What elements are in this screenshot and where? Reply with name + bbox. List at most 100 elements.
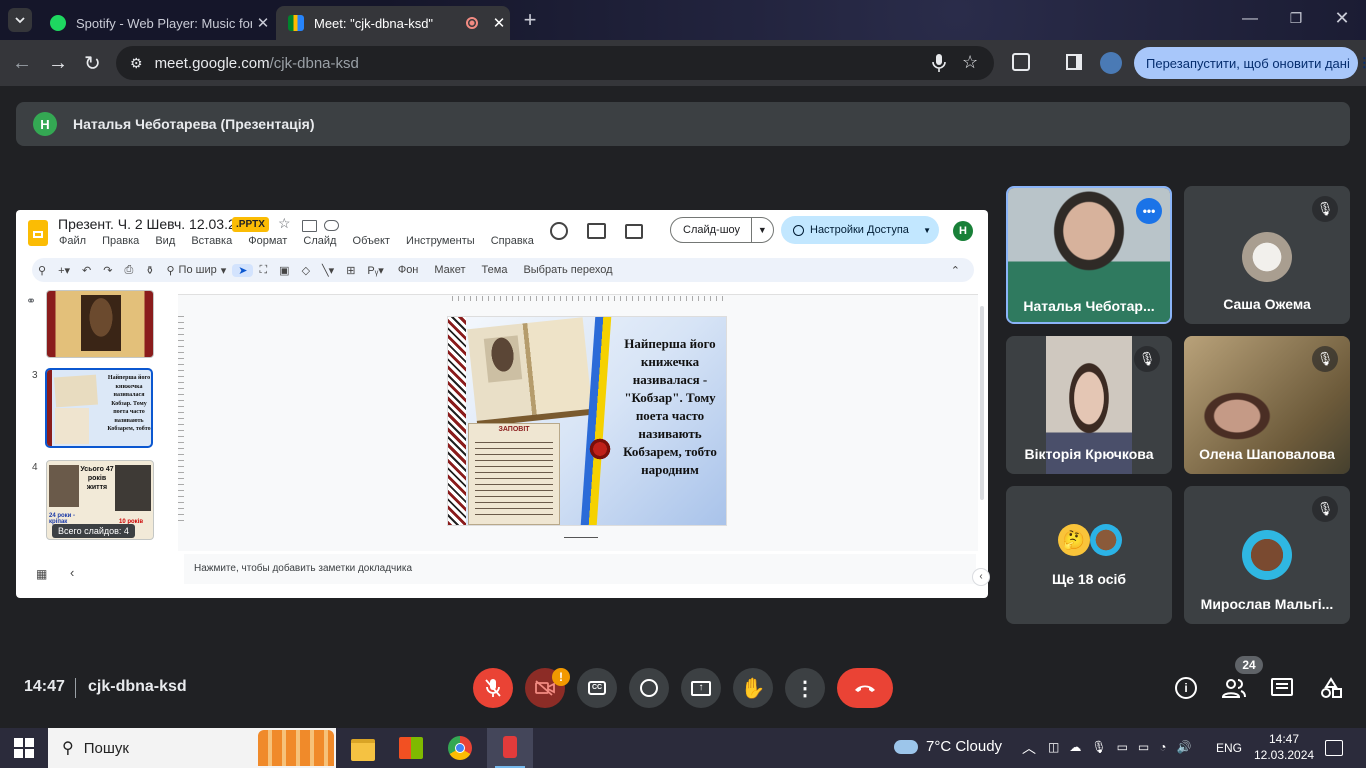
weather-widget[interactable]: 7°C Cloudy (894, 738, 1002, 755)
collapse-filmstrip-icon[interactable]: ‹ (70, 565, 74, 580)
meet-camera-icon[interactable] (625, 224, 643, 239)
notes-expand-icon[interactable]: ‹ (972, 568, 990, 586)
restore-button[interactable]: ❐ (1286, 10, 1306, 30)
chrome-icon[interactable] (448, 736, 472, 760)
present-button[interactable]: ↑ (681, 668, 721, 708)
collapse-toolbar-icon[interactable]: ⌃ (945, 264, 966, 277)
forward-button[interactable]: → (48, 52, 70, 74)
meeting-details-button[interactable]: i (1175, 677, 1197, 699)
participant-tile[interactable]: 🎙 Саша Ожема (1184, 186, 1350, 324)
add-icon[interactable]: +▾ (52, 264, 76, 277)
new-tab-button[interactable]: + (520, 9, 540, 31)
file-explorer-icon[interactable] (351, 739, 375, 761)
theme-button[interactable]: Тема (474, 264, 516, 276)
undo-icon[interactable]: ↶ (76, 264, 97, 277)
shape-icon[interactable]: ◇ (296, 264, 316, 277)
activities-button[interactable] (1320, 677, 1342, 699)
tray-chevron-icon[interactable]: ︿ (1022, 738, 1036, 758)
print-icon[interactable]: ⎙ (118, 264, 139, 277)
menu-object[interactable]: Объект (353, 235, 390, 247)
close-tab-icon[interactable]: ✕ (252, 14, 274, 32)
taskbar-app-active[interactable] (487, 728, 533, 768)
image-icon[interactable]: ▣ (273, 264, 295, 277)
slide-thumb-2[interactable] (46, 290, 154, 358)
doc-title[interactable]: Презент. Ч. 2 Шевч. 12.03.24 (58, 216, 244, 232)
participant-tile[interactable]: 🎙 Олена Шаповалова (1184, 336, 1350, 474)
close-tab-icon[interactable]: ✕ (488, 14, 510, 32)
grid-view-icon[interactable]: ▦ (36, 567, 47, 581)
notifications-icon[interactable] (1325, 740, 1343, 756)
mic-toggle-button[interactable] (473, 668, 513, 708)
volume-icon[interactable]: 🔊 (1177, 740, 1192, 754)
comments-icon[interactable] (587, 223, 606, 239)
text-style-icon[interactable]: Pᵧ▾ (361, 264, 389, 277)
paint-format-icon[interactable]: ⚱ (139, 264, 160, 277)
bookmark-star-icon[interactable]: ☆ (962, 52, 978, 73)
close-window-button[interactable]: ✕ (1332, 8, 1352, 28)
extensions-icon[interactable] (1012, 53, 1030, 71)
search-icon[interactable]: ⚲ (32, 264, 52, 277)
comment-add-icon[interactable]: ⊞ (340, 264, 361, 277)
language-indicator[interactable]: ENG (1216, 741, 1242, 755)
cloud-status-icon[interactable] (324, 220, 339, 231)
chat-button[interactable] (1271, 678, 1293, 696)
more-vert-icon[interactable]: ⋮ (1358, 55, 1366, 71)
slide-thumb-3[interactable]: Найперша його книжечка називалася Кобзар… (45, 368, 153, 448)
background-button[interactable]: Фон (390, 264, 427, 276)
menu-tools[interactable]: Инструменты (406, 235, 475, 247)
more-options-icon[interactable]: ••• (1136, 198, 1162, 224)
start-button[interactable] (14, 738, 34, 758)
onedrive-icon[interactable]: ☁ (1069, 740, 1081, 754)
star-icon[interactable]: ☆ (278, 215, 291, 232)
menu-insert[interactable]: Вставка (191, 235, 232, 247)
microphone-icon[interactable]: 🎙 (1091, 740, 1106, 754)
tab-search-button[interactable] (8, 8, 32, 32)
tab-spotify[interactable]: Spotify - Web Player: Music for ✕ (38, 6, 274, 40)
menu-file[interactable]: Файл (59, 235, 86, 247)
clock[interactable]: 14:47 12.03.2024 (1254, 731, 1314, 763)
menu-slide[interactable]: Слайд (303, 235, 336, 247)
history-icon[interactable] (550, 222, 568, 240)
site-info-icon[interactable]: ⚙ (130, 55, 143, 72)
speaker-notes[interactable]: Нажмите, чтобы добавить заметки докладчи… (184, 554, 976, 584)
tab-meet[interactable]: Meet: "cjk-dbna-ksd" ✕ (276, 6, 510, 40)
select-tool-icon[interactable]: ➤ (232, 263, 254, 277)
people-button[interactable] (1221, 677, 1247, 699)
redo-icon[interactable]: ↷ (97, 264, 118, 277)
menu-format[interactable]: Формат (248, 235, 287, 247)
taskbar-search[interactable]: ⚲ Пошук (48, 728, 336, 768)
frame-tool-icon[interactable]: ⛶ (253, 264, 273, 277)
move-folder-icon[interactable] (302, 220, 317, 232)
menu-edit[interactable]: Правка (102, 235, 139, 247)
line-icon[interactable]: ╲▾ (316, 264, 340, 277)
participant-tile[interactable]: 🎙 Мирослав Мальгі... (1184, 486, 1350, 624)
slide-main-text[interactable]: Найперша його книжечка називалася - "Коб… (618, 335, 722, 479)
menu-help[interactable]: Справка (491, 235, 534, 247)
leave-call-button[interactable] (837, 668, 893, 708)
chevron-down-icon[interactable]: ▼ (750, 218, 773, 242)
user-avatar[interactable]: Н (953, 221, 973, 241)
others-tile[interactable]: 🤔 Ще 18 осіб (1006, 486, 1172, 624)
reload-button[interactable]: ↻ (84, 51, 106, 75)
vertical-scrollbar[interactable] (980, 306, 984, 500)
slideshow-button[interactable]: Слайд-шоу ▼ (670, 217, 774, 243)
address-bar[interactable]: ⚙ meet.google.com/cjk-dbna-ksd (116, 46, 994, 80)
side-panel-icon[interactable] (1066, 54, 1082, 70)
captions-button[interactable]: CC (577, 668, 617, 708)
participant-tile[interactable]: 🎙 Вікторія Крючкова (1006, 336, 1172, 474)
more-options-button[interactable]: ⋮ (785, 668, 825, 708)
zoom-select[interactable]: ⚲ По шир ▾ (160, 264, 232, 277)
battery-icon[interactable]: ▭ (1138, 740, 1149, 754)
chevron-down-icon[interactable]: ▼ (923, 226, 931, 235)
layout-button[interactable]: Макет (426, 264, 473, 276)
store-icon[interactable] (399, 737, 423, 759)
mic-icon[interactable] (930, 52, 948, 74)
meet-tray-icon[interactable]: ◫ (1048, 740, 1059, 754)
reactions-button[interactable] (629, 668, 669, 708)
wifi-icon[interactable]: ◔ (1159, 740, 1166, 754)
relaunch-button[interactable]: Перезапустити, щоб оновити дані ⋮ (1134, 47, 1366, 79)
minimize-button[interactable]: — (1240, 10, 1260, 30)
display-icon[interactable]: ▭ (1117, 740, 1128, 754)
share-button[interactable]: Настройки Доступа ▼ (781, 216, 939, 244)
slide[interactable]: ЗАПОВІТ Найперша його книжечка називалас… (447, 316, 727, 526)
